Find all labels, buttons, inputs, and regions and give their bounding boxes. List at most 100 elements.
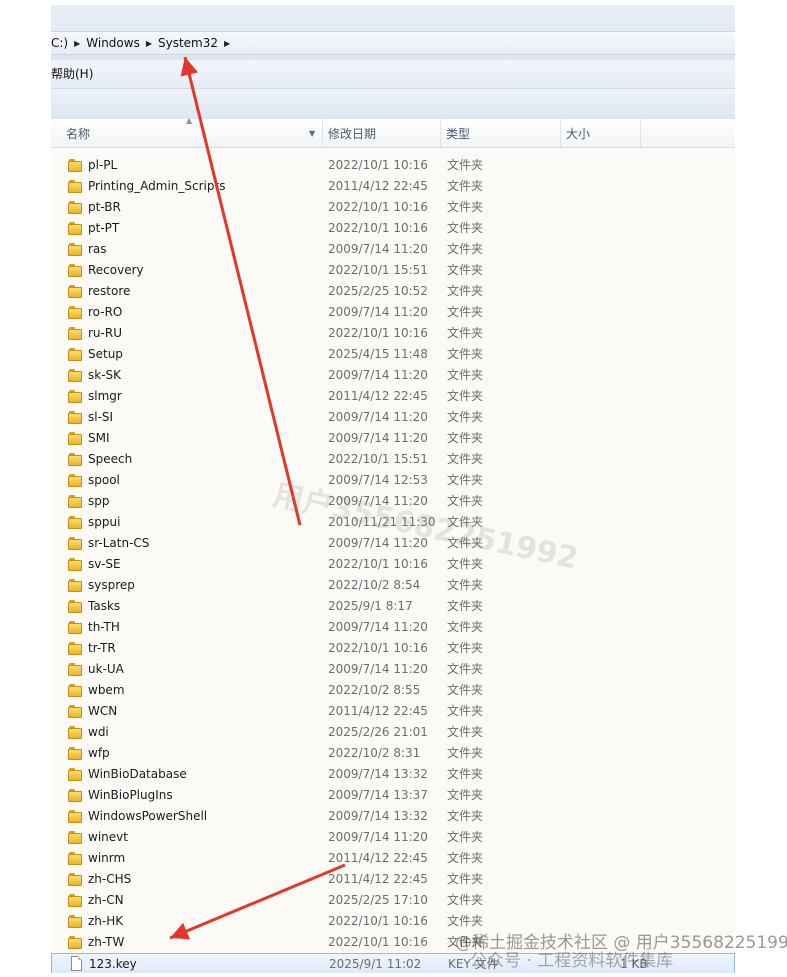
- column-header-type[interactable]: 类型: [441, 119, 561, 147]
- breadcrumb-windows[interactable]: Windows: [86, 32, 140, 54]
- folder-icon: [68, 726, 82, 739]
- modified-date: 2022/10/1 10:16: [328, 200, 428, 214]
- sort-ascending-icon: ▲: [186, 116, 193, 125]
- folder-row[interactable]: uk-UA 2009/7/14 11:20 文件夹: [51, 659, 735, 680]
- modified-date: 2022/10/1 10:16: [328, 557, 428, 571]
- folder-icon: [68, 369, 82, 382]
- folder-row[interactable]: wfp 2022/10/2 8:31 文件夹: [51, 743, 735, 764]
- menu-help[interactable]: 帮助(H): [51, 60, 95, 88]
- modified-date: 2011/4/12 22:45: [328, 872, 428, 886]
- folder-row[interactable]: WinBioDatabase 2009/7/14 13:32 文件夹: [51, 764, 735, 785]
- folder-icon: [68, 936, 82, 949]
- file-name: WCN: [88, 704, 118, 718]
- file-type: 文件夹: [447, 158, 484, 172]
- file-name: Tasks: [88, 599, 121, 613]
- folder-row[interactable]: ru-RU 2022/10/1 10:16 文件夹: [51, 323, 735, 344]
- file-name: wfp: [88, 746, 110, 760]
- folder-row[interactable]: wdi 2025/2/26 21:01 文件夹: [51, 722, 735, 743]
- folder-row[interactable]: WindowsPowerShell 2009/7/14 13:32 文件夹: [51, 806, 735, 827]
- folder-row[interactable]: Speech 2022/10/1 15:51 文件夹: [51, 449, 735, 470]
- folder-icon: [68, 327, 82, 340]
- modified-date: 2022/10/1 10:16: [328, 221, 428, 235]
- file-type: 文件夹: [447, 746, 484, 760]
- folder-row[interactable]: winrm 2011/4/12 22:45 文件夹: [51, 848, 735, 869]
- modified-date: 2009/7/14 11:20: [328, 242, 428, 256]
- folder-row[interactable]: spool 2009/7/14 12:53 文件夹: [51, 470, 735, 491]
- folder-row[interactable]: slmgr 2011/4/12 22:45 文件夹: [51, 386, 735, 407]
- modified-date: 2025/4/15 11:48: [328, 347, 428, 361]
- file-name: sl-SI: [88, 410, 114, 424]
- folder-icon: [68, 663, 82, 676]
- folder-row[interactable]: Setup 2025/4/15 11:48 文件夹: [51, 344, 735, 365]
- folder-row[interactable]: WCN 2011/4/12 22:45 文件夹: [51, 701, 735, 722]
- folder-icon: [68, 558, 82, 571]
- modified-date: 2025/2/25 10:52: [328, 284, 428, 298]
- file-name: spool: [88, 473, 120, 487]
- folder-row[interactable]: wbem 2022/10/2 8:55 文件夹: [51, 680, 735, 701]
- file-name: zh-CN: [88, 893, 124, 907]
- file-name: wbem: [88, 683, 125, 697]
- file-name: Printing_Admin_Scripts: [88, 179, 226, 193]
- modified-date: 2009/7/14 11:20: [328, 620, 428, 634]
- folder-row[interactable]: Printing_Admin_Scripts 2011/4/12 22:45 文件夹: [51, 176, 735, 197]
- file-name: WinBioDatabase: [88, 767, 187, 781]
- file-type: 文件夹: [447, 578, 484, 592]
- folder-icon: [68, 285, 82, 298]
- folder-row[interactable]: sv-SE 2022/10/1 10:16 文件夹: [51, 554, 735, 575]
- file-name: uk-UA: [88, 662, 124, 676]
- file-type: 文件夹: [447, 683, 484, 697]
- folder-row[interactable]: sk-SK 2009/7/14 11:20 文件夹: [51, 365, 735, 386]
- folder-icon: [68, 201, 82, 214]
- folder-icon: [68, 873, 82, 886]
- breadcrumb[interactable]: C:) ▶ Windows ▶ System32 ▶: [51, 31, 735, 55]
- file-type: 文件夹: [447, 347, 484, 361]
- folder-icon: [68, 831, 82, 844]
- folder-row[interactable]: Recovery 2022/10/1 15:51 文件夹: [51, 260, 735, 281]
- folder-row[interactable]: ro-RO 2009/7/14 11:20 文件夹: [51, 302, 735, 323]
- folder-icon: [68, 684, 82, 697]
- folder-icon: [68, 894, 82, 907]
- file-name: WindowsPowerShell: [88, 809, 208, 823]
- breadcrumb-system32[interactable]: System32: [158, 32, 218, 54]
- breadcrumb-arrow-icon[interactable]: ▶: [146, 33, 152, 55]
- folder-row[interactable]: pt-PT 2022/10/1 10:16 文件夹: [51, 218, 735, 239]
- folder-row[interactable]: restore 2025/2/25 10:52 文件夹: [51, 281, 735, 302]
- column-header-size[interactable]: 大小: [561, 119, 641, 147]
- file-list: pl-PL 2022/10/1 10:16 文件夹 Printing_Admin_Sc…: [51, 148, 735, 973]
- folder-icon: [68, 348, 82, 361]
- folder-row[interactable]: SMI 2009/7/14 11:20 文件夹: [51, 428, 735, 449]
- folder-row[interactable]: sysprep 2022/10/2 8:54 文件夹: [51, 575, 735, 596]
- file-type: 文件夹: [447, 704, 484, 718]
- folder-row[interactable]: zh-CHS 2011/4/12 22:45 文件夹: [51, 869, 735, 890]
- folder-row[interactable]: pt-BR 2022/10/1 10:16 文件夹: [51, 197, 735, 218]
- folder-row[interactable]: ras 2009/7/14 11:20 文件夹: [51, 239, 735, 260]
- column-header-date[interactable]: 修改日期: [323, 119, 441, 147]
- modified-date: 2025/9/1 8:17: [328, 599, 413, 613]
- folder-row[interactable]: th-TH 2009/7/14 11:20 文件夹: [51, 617, 735, 638]
- file-type: 文件夹: [447, 431, 484, 445]
- folder-row[interactable]: Tasks 2025/9/1 8:17 文件夹: [51, 596, 735, 617]
- folder-icon: [68, 516, 82, 529]
- folder-row[interactable]: winevt 2009/7/14 11:20 文件夹: [51, 827, 735, 848]
- file-type: 文件夹: [447, 851, 484, 865]
- file-name: 123.key: [89, 957, 137, 971]
- column-header-name[interactable]: 名称 ▲ ▼: [51, 116, 323, 149]
- file-name: SMI: [88, 431, 110, 445]
- file-name: sr-Latn-CS: [88, 536, 150, 550]
- breadcrumb-arrow-icon[interactable]: ▶: [74, 33, 80, 55]
- chevron-down-icon[interactable]: ▼: [309, 119, 315, 149]
- folder-icon: [68, 537, 82, 550]
- folder-row[interactable]: sl-SI 2009/7/14 11:20 文件夹: [51, 407, 735, 428]
- breadcrumb-arrow-icon[interactable]: ▶: [224, 33, 230, 55]
- folder-row[interactable]: WinBioPlugIns 2009/7/14 13:37 文件夹: [51, 785, 735, 806]
- folder-row[interactable]: tr-TR 2022/10/1 10:16 文件夹: [51, 638, 735, 659]
- file-type: 文件夹: [447, 830, 484, 844]
- file-type: 文件夹: [447, 725, 484, 739]
- modified-date: 2009/7/14 11:20: [328, 662, 428, 676]
- breadcrumb-drive[interactable]: C:): [51, 32, 68, 54]
- folder-row[interactable]: zh-CN 2025/2/25 17:10 文件夹: [51, 890, 735, 911]
- file-name: ru-RU: [88, 326, 122, 340]
- modified-date: 2022/10/2 8:55: [328, 683, 421, 697]
- file-type: 文件夹: [447, 305, 484, 319]
- folder-row[interactable]: pl-PL 2022/10/1 10:16 文件夹: [51, 155, 735, 176]
